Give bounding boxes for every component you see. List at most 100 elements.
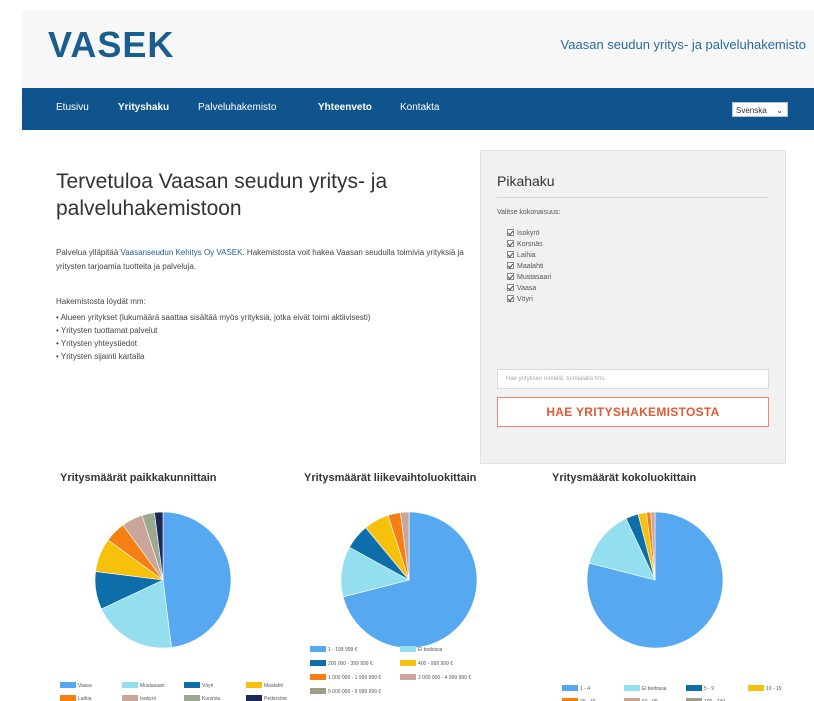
checkbox-label: Laihia	[517, 252, 536, 259]
legend-label: 1 - 4	[580, 686, 591, 692]
legend-swatch	[246, 682, 262, 688]
search-input[interactable]: Hae yrityksen nimellä, toimialalla tms.	[497, 369, 769, 389]
nav-item-yhteenveto[interactable]: Yhteenveto	[318, 102, 372, 113]
legend-swatch	[624, 685, 640, 691]
divider	[497, 197, 769, 198]
legend-item: Mustasaari	[122, 682, 164, 690]
legend-label: Mustasaari	[140, 683, 165, 689]
legend-item: Laihia	[60, 695, 91, 701]
chart-title: Yritysmäärät kokoluokittain	[552, 472, 697, 484]
checkbox-checked-icon[interactable]	[507, 284, 514, 291]
legend-label: 1 000 000 - 1 999 999 €	[328, 675, 382, 681]
legend-item: Vöyri	[184, 682, 213, 690]
legend-item: 2 000 000 - 4 999 999 €	[400, 674, 471, 682]
vasek-link[interactable]: Vaasanseudun Kehitys Oy VASEK	[120, 248, 242, 257]
chart-legend: 1 - 4Ei tiedossa5 - 910 - 1920 - 4950 - …	[562, 685, 802, 701]
legend-label: 5 000 000 - 9 999 999 €	[328, 689, 382, 695]
legend-swatch	[310, 646, 326, 652]
legend-item: 1 000 000 - 1 999 999 €	[310, 674, 381, 682]
list-item: • Yritysten yhteystiedot	[56, 339, 137, 348]
legend-label: Ei tiedossa	[642, 686, 667, 692]
checkbox-checked-icon[interactable]	[507, 240, 514, 247]
legend-label: Laihia	[78, 696, 92, 701]
legend-swatch	[122, 695, 138, 701]
legend-label: 400 - 999 999 €	[418, 661, 454, 667]
checkbox-checked-icon[interactable]	[507, 273, 514, 280]
checkbox-label: Vöyri	[517, 296, 533, 303]
legend-swatch	[400, 674, 416, 680]
quick-search-panel: Pikahaku Valitse kokonaisuus: Isokyrö Ko…	[480, 150, 786, 464]
legend-swatch	[686, 685, 702, 691]
vasek-logo[interactable]: VASEK	[48, 24, 174, 66]
pie-chart	[94, 511, 232, 649]
legend-label: 200 000 - 399 999 €	[328, 661, 373, 667]
legend-swatch	[400, 646, 416, 652]
quick-search-subtitle: Valitse kokonaisuus:	[497, 209, 561, 216]
chart-legend: 1 - 199 999 € Ei tiedossa 200 000 - 399 99…	[310, 646, 560, 701]
list-item: • Yritysten sijainti kartalla	[56, 352, 145, 361]
legend-item: Ei tiedossa	[624, 685, 666, 693]
legend-label: Vöyri	[202, 683, 214, 689]
legend-item: Isokyrö	[122, 695, 156, 701]
chart-title: Yritysmäärät paikkakunnittain	[60, 472, 217, 484]
nav-item-etusivu[interactable]: Etusivu	[56, 102, 89, 113]
legend-label: Pedersöre	[264, 696, 288, 701]
features-heading: Hakemistosta löydät mm:	[56, 297, 146, 306]
checkbox-label: Mustasaari	[517, 274, 552, 281]
legend-item: Pedersöre	[246, 695, 287, 701]
legend-swatch	[310, 674, 326, 680]
legend-label: Korsnäs	[202, 696, 221, 701]
checkbox-item[interactable]: Maalahti	[507, 261, 551, 272]
legend-swatch	[400, 660, 416, 666]
checkbox-checked-icon[interactable]	[507, 295, 514, 302]
legend-swatch	[122, 682, 138, 688]
legend-item: 10 - 19	[748, 685, 782, 693]
features-list: • Alueen yritykset (lukumäärä saattaa si…	[56, 311, 476, 363]
chart-title: Yritysmäärät liikevaihtoluokittain	[304, 472, 477, 484]
legend-swatch	[562, 685, 578, 691]
checkbox-checked-icon[interactable]	[507, 262, 514, 269]
checkbox-checked-icon[interactable]	[507, 229, 514, 236]
pie-slice-vaasa	[162, 511, 232, 648]
legend-swatch	[310, 688, 326, 694]
page-title: Tervetuloa Vaasan seudun yritys- ja palv…	[56, 170, 388, 220]
checkbox-item[interactable]: Isokyrö	[507, 228, 551, 239]
nav-item-kontakta[interactable]: Kontakta	[400, 102, 439, 113]
legend-swatch	[748, 685, 764, 691]
intro-text: Palvelua ylläpitää Vaasanseudun Kehitys …	[56, 246, 476, 274]
checkbox-item[interactable]: Laihia	[507, 250, 551, 261]
main-nav: Etusivu Yrityshaku Palveluhakemisto Yhte…	[22, 88, 814, 130]
legend-label: 2 000 000 - 4 999 999 €	[418, 675, 472, 681]
main-content: Tervetuloa Vaasan seudun yritys- ja palv…	[22, 130, 814, 701]
checkbox-item[interactable]: Korsnäs	[507, 239, 551, 250]
nav-item-yrityshaku[interactable]: Yrityshaku	[118, 102, 169, 113]
search-button[interactable]: HAE YRITYSHAKEMISTOSTA	[497, 397, 769, 427]
checkbox-item[interactable]: Vöyri	[507, 294, 551, 305]
page: VASEK Vaasan seudun yritys- ja palveluha…	[22, 10, 814, 701]
list-item: • Yritysten tuottamat palvelut	[56, 326, 158, 335]
legend-label: Ei tiedossa	[418, 647, 443, 653]
legend-item: Korsnäs	[184, 695, 220, 701]
pie-chart	[340, 511, 478, 649]
legend-label: 10 - 19	[766, 686, 782, 692]
site-tagline: Vaasan seudun yritys- ja palveluhakemist…	[560, 37, 806, 52]
legend-item: 1 - 4	[562, 685, 590, 693]
checkbox-item[interactable]: Mustasaari	[507, 272, 551, 283]
legend-item: 200 000 - 399 999 €	[310, 660, 373, 668]
nav-item-palveluhakemisto[interactable]: Palveluhakemisto	[198, 102, 276, 113]
legend-label: Isokyrö	[140, 696, 157, 701]
checkbox-label: Isokyrö	[517, 230, 540, 237]
language-select[interactable]: Svenska ⌄	[732, 102, 788, 117]
checkbox-label: Vaasa	[517, 285, 537, 292]
legend-label: Maalahti	[264, 683, 283, 689]
legend-item: Maalahti	[246, 682, 283, 690]
checkbox-label: Maalahti	[517, 263, 544, 270]
legend-item: Ei tiedossa	[400, 646, 442, 654]
checkbox-checked-icon[interactable]	[507, 251, 514, 258]
legend-item: 400 - 999 999 €	[400, 660, 453, 668]
legend-item: 1 - 199 999 €	[310, 646, 357, 654]
checkbox-item[interactable]: Vaasa	[507, 283, 551, 294]
pie-chart	[586, 511, 724, 649]
list-item: • Alueen yritykset (lukumäärä saattaa si…	[56, 313, 371, 322]
legend-label: 1 - 199 999 €	[328, 647, 358, 653]
